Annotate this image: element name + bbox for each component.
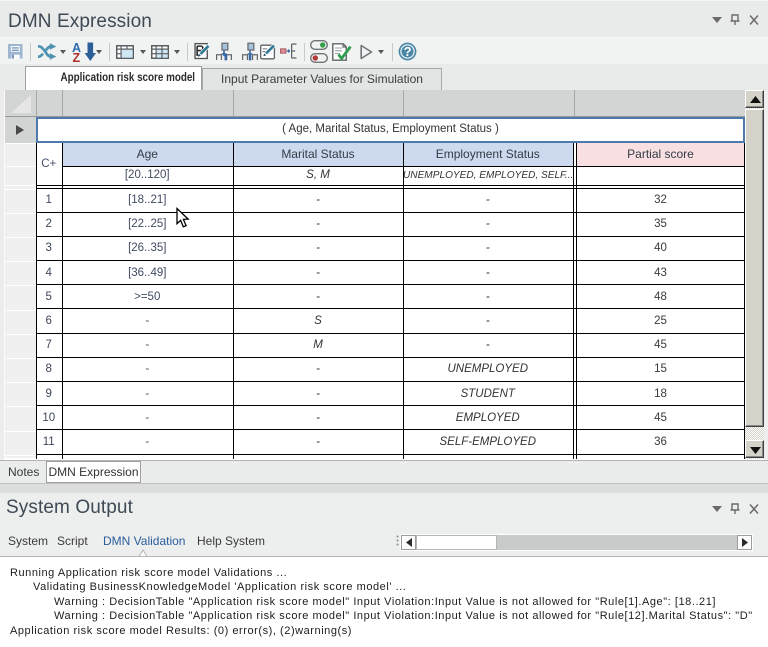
svg-text:?: ? bbox=[404, 44, 412, 59]
svg-text:Z: Z bbox=[73, 51, 81, 62]
